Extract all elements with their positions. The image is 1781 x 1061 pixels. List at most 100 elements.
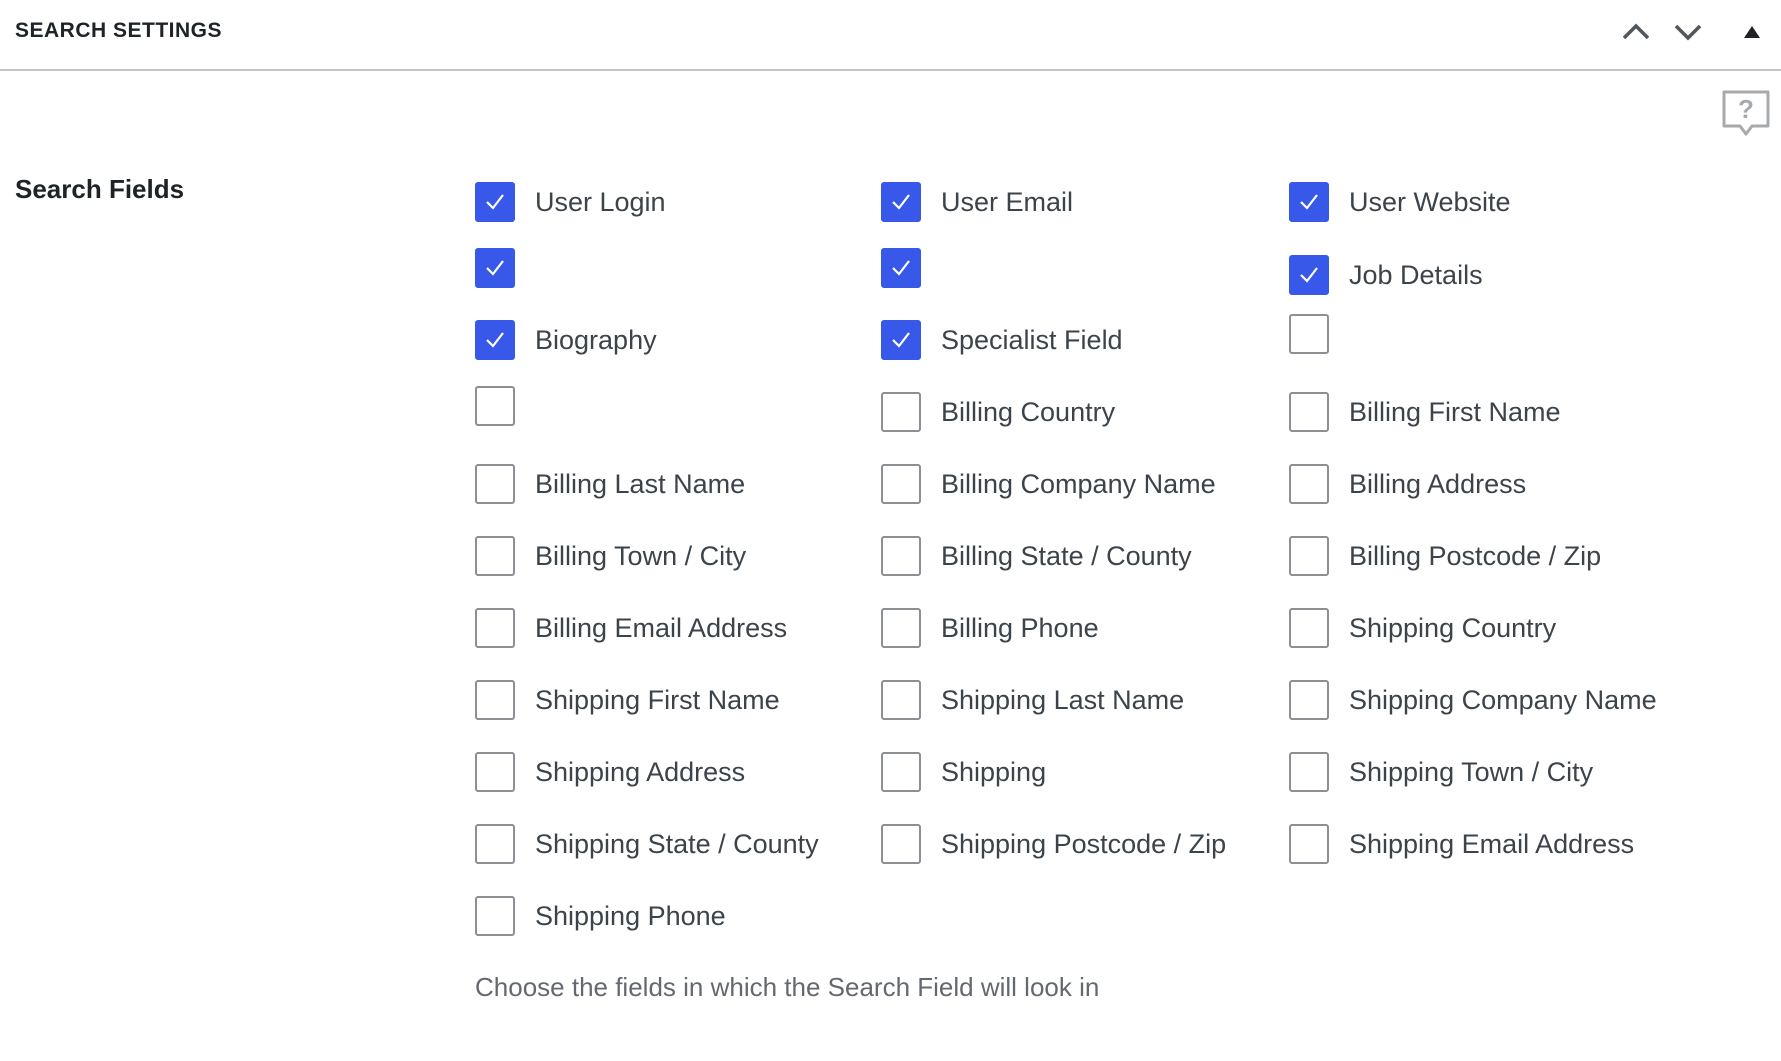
search-field-label: Billing Address (1349, 468, 1527, 499)
search-field-checkbox[interactable] (475, 536, 515, 576)
checkmark-icon (1300, 267, 1318, 283)
search-field-label: Shipping Company Name (1349, 684, 1657, 715)
search-field-label: Shipping Last Name (941, 684, 1185, 715)
search-field-label: Shipping Town / City (1349, 756, 1594, 787)
search-field-checkbox[interactable] (475, 608, 515, 648)
search-field-label: Shipping (941, 756, 1047, 787)
search-field-label: Specialist Field (941, 324, 1123, 355)
search-field-option[interactable] (1289, 313, 1349, 355)
search-field-option[interactable]: Shipping Email Address (1289, 823, 1634, 865)
search-field-option[interactable]: User Login (475, 181, 666, 223)
search-fields-description: Choose the fields in which the Search Fi… (475, 972, 1100, 1002)
search-field-checkbox[interactable] (475, 386, 515, 426)
checkmark-icon (486, 260, 504, 276)
panel-header: SEARCH SETTINGS (0, 0, 1781, 71)
search-field-label: Billing Postcode / Zip (1349, 540, 1602, 571)
search-field-label: Billing Email Address (535, 612, 788, 643)
search-field-option[interactable]: Shipping Address (475, 751, 745, 793)
search-field-label: Billing First Name (1349, 396, 1561, 427)
search-field-checkbox[interactable] (1289, 255, 1329, 295)
move-up-button[interactable] (1616, 14, 1656, 50)
search-field-option[interactable]: Biography (475, 319, 657, 361)
search-field-option[interactable]: User Email (881, 181, 1073, 223)
search-field-checkbox[interactable] (881, 248, 921, 288)
search-field-option[interactable]: Billing Postcode / Zip (1289, 535, 1601, 577)
search-field-option[interactable]: Job Details (1289, 254, 1483, 296)
search-field-option[interactable]: Billing First Name (1289, 391, 1561, 433)
search-field-option[interactable] (475, 247, 535, 289)
search-field-checkbox[interactable] (1289, 680, 1329, 720)
checkmark-icon (892, 260, 910, 276)
search-field-label: Billing Last Name (535, 468, 746, 499)
search-field-label: User Website (1349, 186, 1511, 217)
help-question-icon[interactable]: ? (1720, 88, 1772, 140)
triangle-up-icon (1744, 26, 1760, 38)
search-field-option[interactable]: Shipping (881, 751, 1046, 793)
search-field-checkbox[interactable] (1289, 392, 1329, 432)
search-field-checkbox[interactable] (475, 680, 515, 720)
search-field-label: Billing Town / City (535, 540, 747, 571)
search-field-checkbox[interactable] (881, 608, 921, 648)
search-field-label: User Login (535, 186, 666, 217)
search-field-option[interactable]: Specialist Field (881, 319, 1123, 361)
search-field-label: Shipping State / County (535, 828, 819, 859)
search-field-checkbox[interactable] (1289, 824, 1329, 864)
search-field-checkbox[interactable] (1289, 752, 1329, 792)
search-field-option[interactable]: Shipping Phone (475, 895, 726, 937)
search-field-checkbox[interactable] (881, 752, 921, 792)
search-field-option[interactable]: Billing Address (1289, 463, 1526, 505)
search-field-label: Billing Phone (941, 612, 1099, 643)
search-field-option[interactable] (881, 247, 941, 289)
search-field-checkbox[interactable] (475, 896, 515, 936)
search-field-option[interactable]: Shipping First Name (475, 679, 780, 721)
search-field-label: Billing State / County (941, 540, 1192, 571)
search-field-checkbox[interactable] (475, 248, 515, 288)
search-field-label: User Email (941, 186, 1074, 217)
search-field-checkbox[interactable] (475, 320, 515, 360)
search-field-label: Billing Country (941, 396, 1116, 427)
search-field-checkbox[interactable] (881, 320, 921, 360)
search-field-option[interactable]: Billing Town / City (475, 535, 746, 577)
search-fields-label: Search Fields (15, 174, 185, 204)
checkmark-icon (892, 332, 910, 348)
search-field-checkbox[interactable] (475, 182, 515, 222)
search-field-checkbox[interactable] (1289, 536, 1329, 576)
search-field-checkbox[interactable] (1289, 464, 1329, 504)
checkmark-icon (486, 332, 504, 348)
search-field-option[interactable]: Billing Country (881, 391, 1115, 433)
search-field-option[interactable]: Shipping Town / City (1289, 751, 1593, 793)
search-field-checkbox[interactable] (475, 752, 515, 792)
search-field-label: Job Details (1349, 259, 1483, 290)
search-field-option[interactable]: Billing Email Address (475, 607, 787, 649)
search-field-option[interactable]: User Website (1289, 181, 1511, 223)
search-field-checkbox[interactable] (881, 824, 921, 864)
search-field-option[interactable]: Shipping Company Name (1289, 679, 1657, 721)
search-field-checkbox[interactable] (1289, 314, 1329, 354)
toggle-panel-button[interactable] (1732, 14, 1772, 50)
search-field-option[interactable]: Billing Last Name (475, 463, 745, 505)
search-field-label: Shipping Country (1349, 612, 1557, 643)
search-field-checkbox[interactable] (475, 464, 515, 504)
search-field-option[interactable] (475, 385, 535, 427)
search-field-checkbox[interactable] (881, 182, 921, 222)
search-field-checkbox[interactable] (881, 392, 921, 432)
search-field-checkbox[interactable] (475, 824, 515, 864)
search-field-label: Shipping Postcode / Zip (941, 828, 1227, 859)
search-field-label: Shipping First Name (535, 684, 780, 715)
search-field-option[interactable]: Shipping Country (1289, 607, 1556, 649)
search-field-option[interactable]: Billing State / County (881, 535, 1192, 577)
search-field-checkbox[interactable] (1289, 608, 1329, 648)
search-field-option[interactable]: Billing Company Name (881, 463, 1216, 505)
search-field-checkbox[interactable] (881, 680, 921, 720)
chevron-down-icon (1674, 24, 1702, 41)
search-field-option[interactable]: Shipping Postcode / Zip (881, 823, 1226, 865)
search-field-checkbox[interactable] (1289, 182, 1329, 222)
search-field-option[interactable]: Billing Phone (881, 607, 1099, 649)
search-field-label: Biography (535, 324, 657, 355)
search-field-option[interactable]: Shipping State / County (475, 823, 819, 865)
move-down-button[interactable] (1668, 14, 1708, 50)
search-field-label: Shipping Email Address (1349, 828, 1635, 859)
search-field-checkbox[interactable] (881, 464, 921, 504)
search-field-checkbox[interactable] (881, 536, 921, 576)
search-field-option[interactable]: Shipping Last Name (881, 679, 1184, 721)
